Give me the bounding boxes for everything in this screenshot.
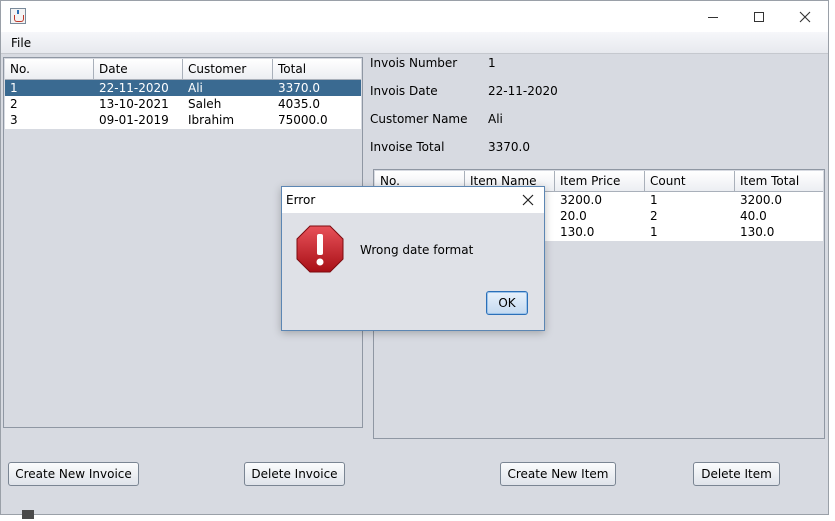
invoice-number-value: 1 xyxy=(488,56,496,70)
cell-item-price: 20.0 xyxy=(560,209,587,223)
maximize-button[interactable] xyxy=(736,1,782,32)
dialog-title: Error xyxy=(286,193,316,207)
invoices-table-header: No. Date Customer Total xyxy=(5,59,361,80)
menu-file[interactable]: File xyxy=(11,36,31,50)
invoice-total-label: Invoise Total xyxy=(370,140,445,154)
invoices-table: No. Date Customer Total 1 22-11-2020 Ali… xyxy=(5,59,361,129)
table-row[interactable]: 1 22-11-2020 Ali 3370.0 xyxy=(5,80,361,96)
cell-count: 1 xyxy=(650,193,658,207)
background-window-fragment xyxy=(22,507,40,521)
close-icon xyxy=(522,194,534,206)
maximize-icon xyxy=(754,11,764,22)
cell-count: 1 xyxy=(650,225,658,239)
delete-item-button[interactable]: Delete Item xyxy=(693,462,780,486)
column-header-total[interactable]: Total xyxy=(273,59,361,79)
cell-item-total: 130.0 xyxy=(740,225,775,239)
cell-no: 2 xyxy=(10,97,18,111)
invoice-total-value: 3370.0 xyxy=(488,140,530,154)
invoice-date-label: Invois Date xyxy=(370,84,438,98)
close-icon xyxy=(799,11,811,22)
cell-customer: Ali xyxy=(188,81,203,95)
column-header-date[interactable]: Date xyxy=(94,59,183,79)
create-new-invoice-button[interactable]: Create New Invoice xyxy=(8,462,139,486)
create-new-item-button[interactable]: Create New Item xyxy=(500,462,616,486)
invoice-number-label: Invois Number xyxy=(370,56,458,70)
drive-icon xyxy=(22,510,34,519)
cell-no: 3 xyxy=(10,113,18,127)
cell-date: 09-01-2019 xyxy=(99,113,169,127)
table-row[interactable]: 3 09-01-2019 Ibrahim 75000.0 xyxy=(5,112,361,128)
column-header-item-total[interactable]: Item Total xyxy=(735,171,823,191)
error-icon xyxy=(296,225,344,273)
close-window-button[interactable] xyxy=(782,1,828,32)
cell-total: 75000.0 xyxy=(278,113,328,127)
cell-date: 22-11-2020 xyxy=(99,81,169,95)
column-header-count[interactable]: Count xyxy=(645,171,735,191)
cell-customer: Saleh xyxy=(188,97,222,111)
cell-item-price: 3200.0 xyxy=(560,193,602,207)
dialog-message: Wrong date format xyxy=(360,243,474,257)
column-header-customer[interactable]: Customer xyxy=(183,59,273,79)
cell-total: 3370.0 xyxy=(278,81,320,95)
customer-name-value: Ali xyxy=(488,112,503,126)
menu-bar: File xyxy=(1,32,828,54)
minimize-icon xyxy=(708,16,718,18)
cell-no: 1 xyxy=(10,81,18,95)
cell-item-total: 40.0 xyxy=(740,209,767,223)
column-header-item-price[interactable]: Item Price xyxy=(555,171,645,191)
minimize-button[interactable] xyxy=(690,1,736,32)
dialog-close-button[interactable] xyxy=(517,189,539,211)
column-header-no[interactable]: No. xyxy=(5,59,94,79)
java-app-icon xyxy=(10,8,26,24)
cell-total: 4035.0 xyxy=(278,97,320,111)
cell-item-total: 3200.0 xyxy=(740,193,782,207)
error-dialog: Error Wrong date format OK xyxy=(281,186,545,331)
invoice-date-value: 22-11-2020 xyxy=(488,84,558,98)
table-row[interactable]: 2 13-10-2021 Saleh 4035.0 xyxy=(5,96,361,112)
customer-name-label: Customer Name xyxy=(370,112,468,126)
dialog-title-bar: Error xyxy=(282,187,544,213)
delete-invoice-button[interactable]: Delete Invoice xyxy=(244,462,345,486)
cell-date: 13-10-2021 xyxy=(99,97,169,111)
cell-count: 2 xyxy=(650,209,658,223)
title-bar xyxy=(1,1,828,32)
ok-button[interactable]: OK xyxy=(486,291,528,315)
cell-customer: Ibrahim xyxy=(188,113,235,127)
cell-item-price: 130.0 xyxy=(560,225,595,239)
